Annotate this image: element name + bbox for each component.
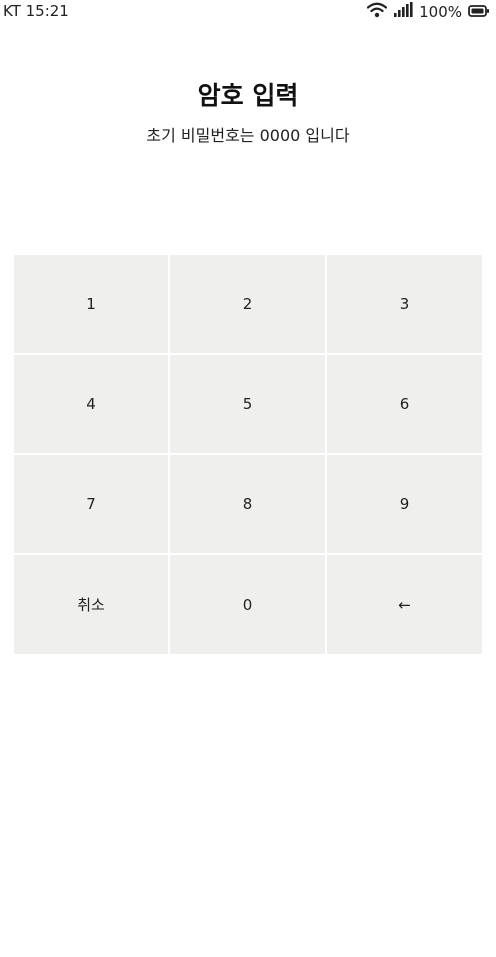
key-1[interactable]: 1	[14, 255, 168, 353]
signal-icon	[393, 2, 413, 22]
status-icons: 100%	[367, 2, 490, 22]
key-8[interactable]: 8	[170, 455, 325, 553]
pin-keypad: 1 2 3 4 5 6 7 8 9 취소 0 ←	[14, 255, 482, 654]
key-4[interactable]: 4	[14, 355, 168, 453]
wifi-icon	[367, 2, 388, 22]
backspace-button[interactable]: ←	[327, 555, 482, 654]
carrier-time: KT 15:21	[3, 2, 69, 20]
battery-percent: 100%	[419, 3, 462, 21]
key-2[interactable]: 2	[170, 255, 325, 353]
key-9[interactable]: 9	[327, 455, 482, 553]
page-title: 암호 입력	[197, 81, 299, 110]
status-bar: KT 15:21 100%	[0, 0, 496, 24]
battery-icon	[468, 3, 490, 22]
key-7[interactable]: 7	[14, 455, 168, 553]
key-5[interactable]: 5	[170, 355, 325, 453]
key-3[interactable]: 3	[327, 255, 482, 353]
key-6[interactable]: 6	[327, 355, 482, 453]
key-0[interactable]: 0	[170, 555, 325, 654]
password-hint: 초기 비밀번호는 0000 입니다	[146, 126, 350, 145]
cancel-button[interactable]: 취소	[14, 555, 168, 654]
